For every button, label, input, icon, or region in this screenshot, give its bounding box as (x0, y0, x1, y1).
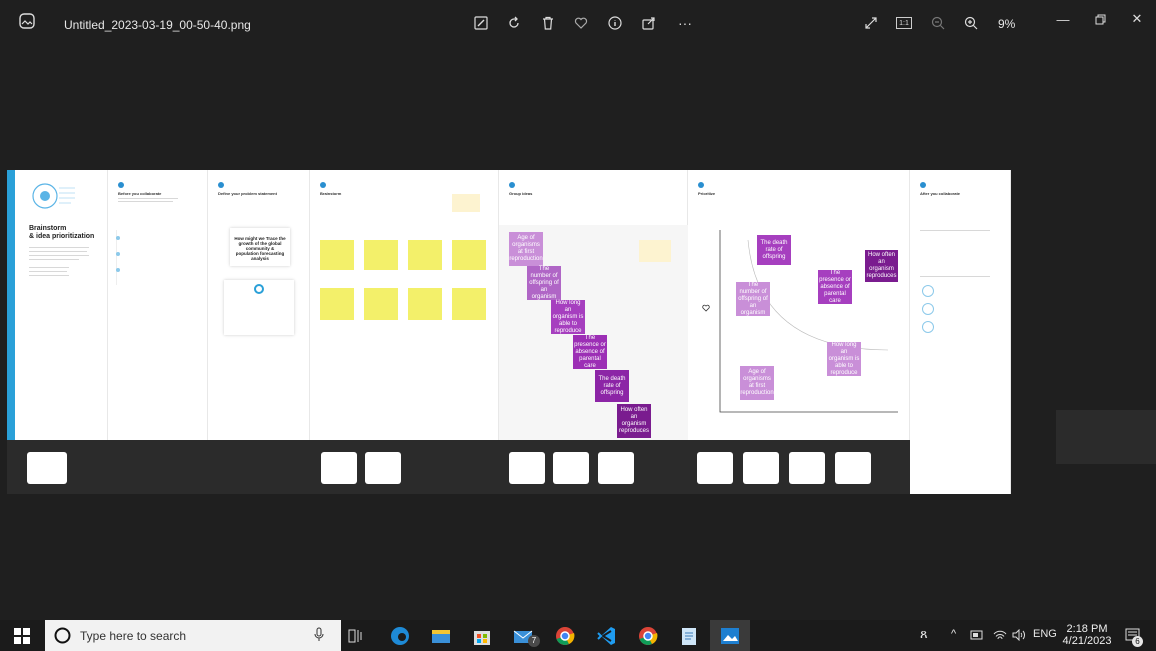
show-hidden-icons[interactable]: ^ (951, 628, 956, 640)
language-indicator[interactable]: ENG (1033, 628, 1057, 640)
people-icon[interactable]: ጸ (920, 626, 928, 642)
file-explorer-icon[interactable] (430, 625, 452, 647)
sticky-group-2 (364, 240, 398, 270)
prioritize-note-3: The presence or absence of parental care (818, 269, 852, 304)
store-icon[interactable] (471, 625, 493, 647)
share-icon[interactable] (640, 14, 658, 32)
column-heading: After you collaborate (920, 191, 961, 196)
column-heading: Before you collaborate (118, 191, 162, 196)
thumbnail-4 (509, 452, 545, 484)
thumbnail-9 (789, 452, 825, 484)
group-ideas-column: Group ideas Age of organisms at first re… (499, 170, 688, 440)
chrome-icon[interactable] (554, 625, 576, 647)
fullscreen-icon[interactable] (862, 14, 880, 32)
photos-icon[interactable] (719, 625, 741, 647)
sticky-group-5 (320, 288, 354, 320)
prioritize-note-1: The death rate of offspring (757, 235, 791, 265)
info-icon[interactable] (606, 14, 624, 32)
clock[interactable]: 2:18 PM 4/21/2023 (1062, 623, 1112, 647)
sticky-group-6 (364, 288, 398, 320)
after-collaborate-column: After you collaborate (910, 170, 1011, 494)
group-note-1: Age of organisms at first reproduction (509, 232, 543, 266)
chrome-icon-2[interactable] (637, 625, 659, 647)
prioritize-note-5: How long an organism is able to reproduc… (827, 341, 861, 376)
actual-size-icon[interactable]: 1:1 (896, 17, 912, 29)
clock-date: 4/21/2023 (1062, 635, 1112, 647)
wifi-icon[interactable] (993, 629, 1007, 641)
file-name: Untitled_2023-03-19_00-50-40.png (64, 18, 251, 32)
sticky-group-1 (320, 240, 354, 270)
zoom-level: 9% (998, 17, 1016, 31)
group-note-5: The death rate of offspring (595, 370, 629, 402)
intro-column: Brainstorm & idea prioritization (15, 170, 108, 440)
photos-app-icon (19, 13, 35, 29)
restore-button[interactable] (1085, 8, 1115, 30)
group-note-6: How often an organism reproduces (617, 404, 651, 438)
prioritize-column: Prioritize The death rate of offspring T… (688, 170, 910, 440)
problem-statement-column: Define your problem statement How might … (208, 170, 310, 440)
thumbnail-7 (697, 452, 733, 484)
board-title-line2: & idea prioritization (29, 233, 95, 240)
prioritize-note-2: The number of offspring of an organism (736, 282, 770, 316)
thumbnail-5 (553, 452, 589, 484)
search-placeholder: Type here to search (80, 629, 187, 643)
mural-board-image: Brainstorm & idea prioritization Before … (7, 170, 1011, 494)
thumbnail-10 (835, 452, 871, 484)
battery-icon[interactable] (970, 630, 984, 640)
zoom-out-icon[interactable] (929, 14, 947, 32)
clock-time: 2:18 PM (1066, 623, 1108, 635)
column-heading: Group ideas (509, 191, 533, 196)
microphone-icon[interactable] (313, 627, 325, 643)
column-heading: Prioritize (698, 191, 716, 196)
brainstorm-logo-icon (32, 183, 75, 209)
sticky-group-3 (408, 240, 442, 270)
image-fragment (1056, 410, 1156, 464)
thumbnail-1 (27, 452, 67, 484)
taskbar-search-box[interactable]: Type here to search (45, 620, 341, 651)
prioritize-note-6: Age of organisms at first reproduction (740, 366, 774, 400)
windows-taskbar: Type here to search 7 ጸ ^ ENG 2:18 PM 4/… (0, 620, 1156, 651)
sticky-group-8 (452, 288, 486, 320)
sticky-group-4 (452, 240, 486, 270)
notepad-icon[interactable] (678, 625, 700, 647)
board-title-line1: Brainstorm (29, 225, 67, 232)
thumbnail-2 (321, 452, 357, 484)
title-bar: Untitled_2023-03-19_00-50-40.png ··· 1:1… (0, 0, 1156, 46)
group-note-4: The presence or absence of parental care (573, 334, 607, 369)
start-icon[interactable] (14, 628, 30, 644)
column-heading: Define your problem statement (218, 191, 277, 196)
template-side-strip (7, 170, 15, 440)
sticky-group-7 (408, 288, 442, 320)
brainstorm-column: Brainstorm (310, 170, 499, 440)
edit-icon[interactable] (472, 14, 490, 32)
search-icon (54, 627, 71, 644)
delete-icon[interactable] (539, 14, 557, 32)
thumbnail-3 (365, 452, 401, 484)
thumbnail-6 (598, 452, 634, 484)
importance-icon (702, 304, 710, 312)
column-heading: Brainstorm (320, 191, 342, 196)
close-button[interactable]: ✕ (1122, 8, 1152, 30)
favorite-icon[interactable] (572, 14, 590, 32)
task-view-icon[interactable] (348, 628, 364, 644)
mail-badge: 7 (528, 635, 540, 647)
prioritize-note-4: How often an organism reproduces (865, 250, 898, 282)
rotate-icon[interactable] (505, 14, 523, 32)
minimize-button[interactable]: — (1048, 8, 1078, 30)
edge-icon[interactable] (389, 625, 411, 647)
zoom-in-icon[interactable] (962, 14, 980, 32)
photos-app-window: Untitled_2023-03-19_00-50-40.png ··· 1:1… (0, 0, 1156, 620)
problem-statement-card: How might we Trace the growth of the glo… (230, 228, 290, 266)
volume-icon[interactable] (1012, 629, 1026, 641)
group-note-3: How long an organism is able to reproduc… (551, 299, 585, 334)
group-note-2: The number of offspring of an organism (527, 266, 561, 300)
notification-badge: 6 (1132, 636, 1143, 647)
before-collaborate-column: Before you collaborate (108, 170, 208, 440)
more-icon[interactable]: ··· (674, 14, 696, 32)
thumbnail-8 (743, 452, 779, 484)
vscode-icon[interactable] (595, 625, 617, 647)
